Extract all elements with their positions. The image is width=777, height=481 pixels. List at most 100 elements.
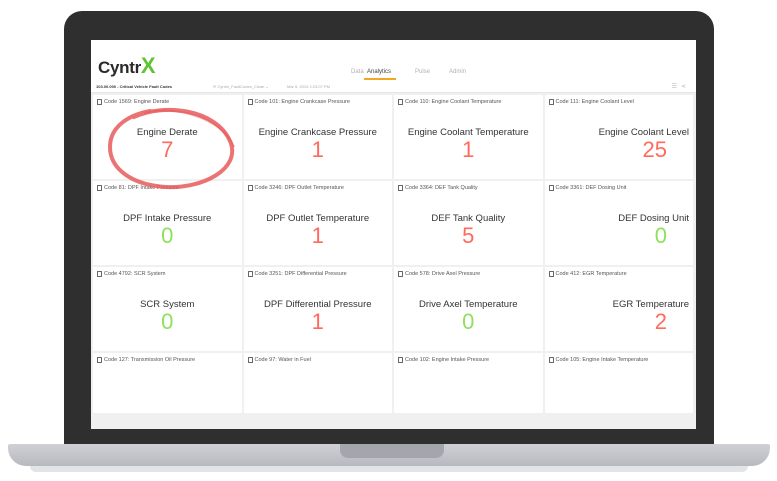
tile-code-text: Code 111: Engine Coolant Level xyxy=(555,99,634,105)
document-icon xyxy=(247,99,253,105)
dashboard-subbar: 103.00.000 - Critical Vehicle Fault Code… xyxy=(91,81,696,93)
tile-code-label: Code 3364: DEF Tank Quality xyxy=(398,185,478,191)
document-icon xyxy=(398,357,403,363)
data-source-label: Cyntrx_FaultCodes_Clean xyxy=(217,84,265,89)
kpi-tile[interactable]: Code 3251: DPF Differential Pressure DPF … xyxy=(243,267,392,351)
tile-code-label: Code 4792: SCR System xyxy=(97,271,165,277)
document-icon xyxy=(398,271,403,277)
last-updated: Mar 5, 2019 2:23:07 PM xyxy=(287,84,330,89)
document-icon xyxy=(548,357,554,363)
tile-code-label: Code 412: EGR Temperature xyxy=(548,271,627,277)
tile-code-text: Code 3364: DEF Tank Quality xyxy=(405,185,478,191)
tile-code-text: Code 412: EGR Temperature xyxy=(555,271,627,277)
chevron-down-icon: ⌄ xyxy=(265,84,269,89)
kpi-tile[interactable]: Code 1569: Engine Derate Engine Derate 7 xyxy=(93,95,242,179)
document-icon xyxy=(548,185,554,191)
kpi-tile[interactable]: Code 101: Engine Crankcase Pressure Engin… xyxy=(243,95,392,179)
document-icon xyxy=(247,271,253,277)
kpi-tile[interactable]: Code 97: Water in Fuel xyxy=(243,353,392,413)
tile-grid: Code 1569: Engine Derate Engine Derate 7 Co… xyxy=(93,95,695,413)
tile-code-label: Code 1569: Engine Derate xyxy=(97,99,169,105)
document-icon xyxy=(247,185,253,191)
tile-code-text: Code 127: Transmission Oil Pressure xyxy=(104,357,196,363)
tile-code-label: Code 101: Engine Crankcase Pressure xyxy=(247,99,350,105)
document-icon xyxy=(97,99,102,105)
refresh-icon: ⟳ xyxy=(213,84,217,89)
kpi-tile[interactable]: Code 81: DPF Intake Pressure DPF Intake P… xyxy=(93,181,242,265)
tile-value: 1 xyxy=(311,223,324,248)
tile-value: 0 xyxy=(161,309,174,334)
document-icon xyxy=(548,271,554,277)
tile-value: 2 xyxy=(654,309,667,334)
top-bar: CyntrX Data Analytics Pulse Admin xyxy=(91,40,696,81)
tile-code-label: Code 97: Water in Fuel xyxy=(247,357,311,363)
document-icon xyxy=(97,185,102,191)
tile-value: 0 xyxy=(161,223,174,248)
menu-icon[interactable]: ☰ xyxy=(672,84,681,90)
document-icon xyxy=(97,271,102,277)
tile-code-text: Code 3251: DPF Differential Pressure xyxy=(254,271,347,277)
active-tab-indicator xyxy=(364,78,396,80)
tile-value: 0 xyxy=(654,223,667,248)
brand-name: Cyntr xyxy=(98,58,141,77)
tile-value: 1 xyxy=(311,137,324,162)
tile-code-label: Code 3246: DPF Outlet Temperature xyxy=(247,185,344,191)
document-icon xyxy=(97,357,102,363)
tile-code-label: Code 578: Drive Axel Pressure xyxy=(398,271,480,277)
tile-code-text: Code 81: DPF Intake Pressure xyxy=(104,185,179,191)
tile-value: 0 xyxy=(462,309,475,334)
dashboard-title: 103.00.000 - Critical Vehicle Fault Code… xyxy=(96,84,173,89)
tile-code-text: Code 3246: DPF Outlet Temperature xyxy=(254,185,344,191)
kpi-tile[interactable]: Code 412: EGR Temperature EGR Temperature… xyxy=(544,267,693,351)
tile-code-label: Code 3251: DPF Differential Pressure xyxy=(247,271,347,277)
tile-code-text: Code 101: Engine Crankcase Pressure xyxy=(254,99,350,105)
kpi-tile[interactable]: Code 3364: DEF Tank Quality DEF Tank Qual… xyxy=(394,181,543,265)
kpi-tile[interactable]: Code 3361: DEF Dosing Unit DEF Dosing Uni… xyxy=(544,181,693,265)
kpi-tile[interactable]: Code 578: Drive Axel Pressure Drive Axel … xyxy=(394,267,543,351)
tile-code-label: Code 102: Engine Intake Pressure xyxy=(398,357,489,363)
tile-code-text: Code 578: Drive Axel Pressure xyxy=(405,271,481,277)
laptop-notch xyxy=(340,444,444,458)
tile-code-label: Code 127: Transmission Oil Pressure xyxy=(97,357,195,363)
tile-value: 1 xyxy=(462,137,475,162)
kpi-tile[interactable]: Code 110: Engine Coolant Temperature Engi… xyxy=(394,95,543,179)
tab-admin[interactable]: Admin xyxy=(449,69,466,75)
toolbar-icons: ☰⋖ xyxy=(672,83,690,90)
kpi-tile[interactable]: Code 127: Transmission Oil Pressure xyxy=(93,353,242,413)
tile-value: 25 xyxy=(642,137,667,162)
share-icon[interactable]: ⋖ xyxy=(681,84,690,90)
document-icon xyxy=(398,99,403,105)
tile-code-label: Code 81: DPF Intake Pressure xyxy=(97,185,179,191)
tile-code-text: Code 97: Water in Fuel xyxy=(254,357,311,363)
tile-title: Engine Coolant Level xyxy=(598,127,689,138)
kpi-tile[interactable]: Code 3246: DPF Outlet Temperature DPF Out… xyxy=(243,181,392,265)
tile-code-label: Code 3361: DEF Dosing Unit xyxy=(548,185,627,191)
app-screen: CyntrX Data Analytics Pulse Admin 103.00… xyxy=(91,40,696,429)
brand-accent-letter: X xyxy=(140,53,156,78)
tile-value: 7 xyxy=(161,137,174,162)
tile-code-text: Code 110: Engine Coolant Temperature xyxy=(405,99,502,105)
kpi-tile[interactable]: Code 111: Engine Coolant Level Engine Coo… xyxy=(544,95,693,179)
tile-code-label: Code 110: Engine Coolant Temperature xyxy=(398,99,501,105)
tile-code-label: Code 105: Engine Intake Temperature xyxy=(548,357,649,363)
tile-code-text: Code 105: Engine Intake Temperature xyxy=(555,357,649,363)
laptop-shadow xyxy=(30,466,748,472)
tile-code-text: Code 3361: DEF Dosing Unit xyxy=(555,185,627,191)
tile-code-text: Code 102: Engine Intake Pressure xyxy=(405,357,490,363)
tab-data[interactable]: Data xyxy=(351,69,364,75)
tile-title: DEF Dosing Unit xyxy=(618,213,689,224)
tile-code-label: Code 111: Engine Coolant Level xyxy=(548,99,634,105)
document-icon xyxy=(548,99,554,105)
tab-analytics[interactable]: Analytics xyxy=(367,69,391,75)
tab-pulse[interactable]: Pulse xyxy=(415,69,430,75)
tile-title: EGR Temperature xyxy=(612,299,689,310)
tile-value: 1 xyxy=(311,309,324,334)
document-icon xyxy=(247,357,253,363)
kpi-tile[interactable]: Code 105: Engine Intake Temperature xyxy=(544,353,693,413)
kpi-tile[interactable]: Code 102: Engine Intake Pressure xyxy=(394,353,543,413)
brand-logo[interactable]: CyntrX xyxy=(98,53,156,78)
tile-code-text: Code 1569: Engine Derate xyxy=(104,99,170,105)
kpi-tile[interactable]: Code 4792: SCR System SCR System 0 xyxy=(93,267,242,351)
document-icon xyxy=(398,185,403,191)
data-source-selector[interactable]: ⟳ Cyntrx_FaultCodes_Clean ⌄ xyxy=(213,84,269,89)
